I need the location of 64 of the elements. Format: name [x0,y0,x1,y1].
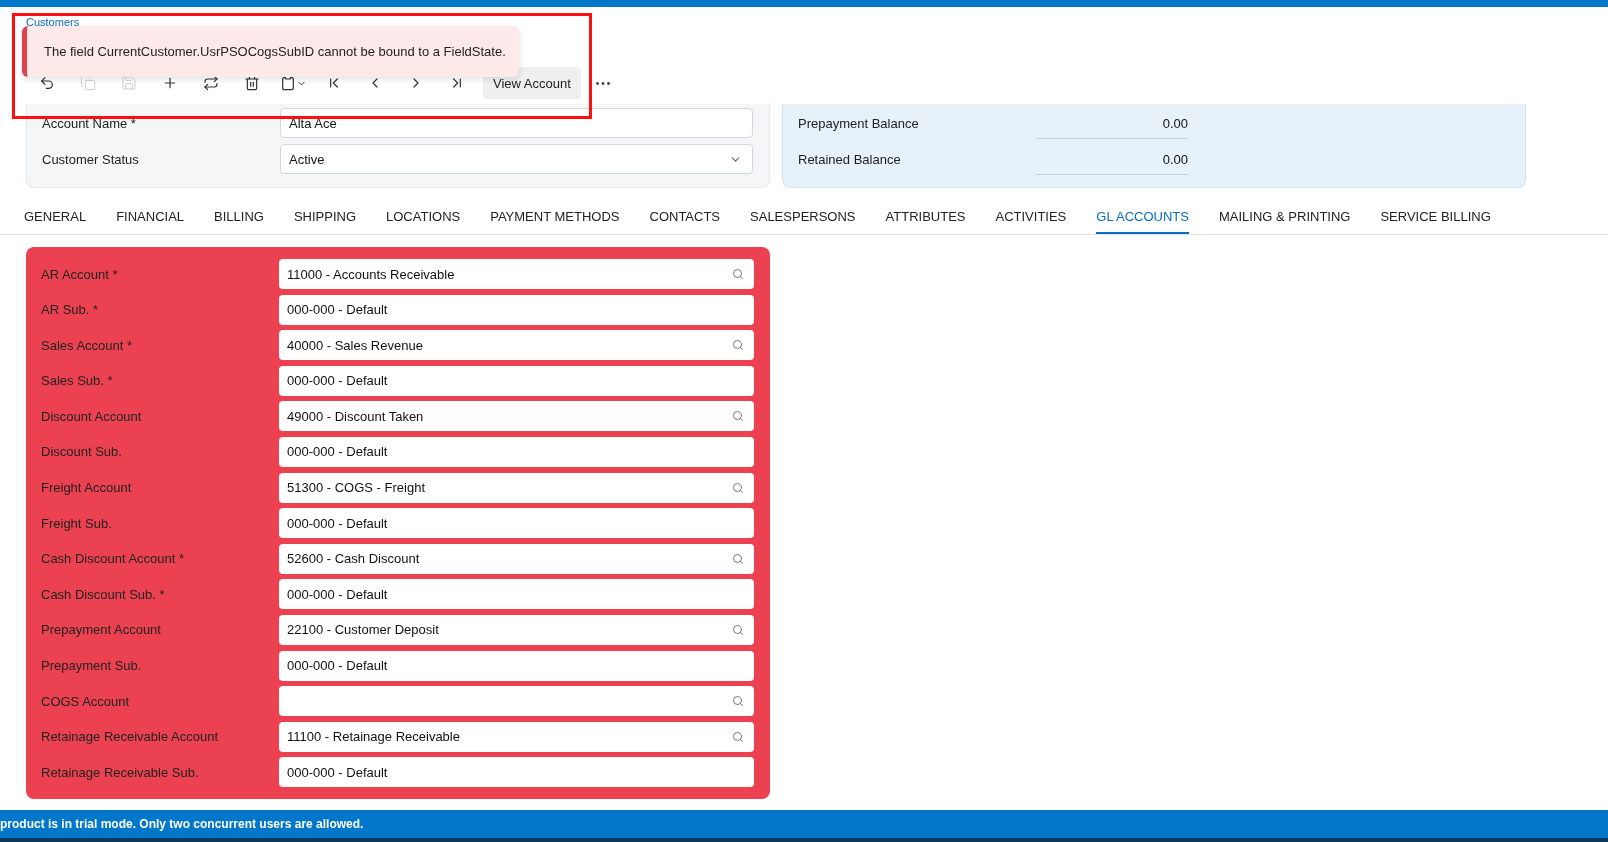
lookup-field[interactable] [279,686,754,717]
more-icon [595,81,610,85]
search-icon [732,695,744,708]
field-label: Cash Discount Sub. * [41,586,166,602]
lookup-field[interactable]: 52600 - Cash Discount [279,543,754,574]
search-icon [732,410,744,423]
lookup-field[interactable]: 51300 - COGS - Freight [279,472,754,503]
input-field[interactable]: 000-000 - Default [279,294,754,325]
balance-value: 0.00 [1036,107,1188,139]
field-label: COGS Account [41,693,131,709]
more-button[interactable] [595,81,610,85]
field-label: Prepayment Sub. [41,658,143,674]
tab[interactable]: ATTRIBUTES [885,200,966,234]
tab[interactable]: ACTIVITIES [995,200,1067,234]
search-icon [732,268,744,280]
tab[interactable]: SALESPERSONS [750,200,856,234]
tab[interactable]: MAILING & PRINTING [1219,200,1351,234]
input-field[interactable]: 000-000 - Default [279,365,754,396]
input-field[interactable]: 000-000 - Default [279,757,754,788]
balance-value: 0.00 [1036,143,1188,175]
lookup-field[interactable]: 22100 - Customer Deposit [279,614,754,645]
field-label: Freight Sub. [41,515,113,531]
field-label: Retainage Receivable Sub. [41,764,200,780]
search-icon [732,481,744,494]
input-field[interactable]: 000-000 - Default [279,436,754,467]
field-label: Discount Sub. [41,444,123,460]
input-field[interactable]: 000-000 - Default [279,650,754,681]
status-text: product is in trial mode. Only two concurrent users are allowed. [0,817,364,831]
tab[interactable]: GENERAL [24,200,87,234]
search-icon [732,552,744,565]
search-icon [732,730,744,743]
balance-label: Prepayment Balance [798,115,920,131]
tab[interactable]: LOCATIONS [386,200,461,234]
status-dropdown[interactable]: Active [280,144,753,174]
lookup-field[interactable]: 11100 - Retainage Receivable [279,721,754,752]
input-field[interactable]: Alta Ace [280,108,753,138]
lookup-field[interactable]: 11000 - Accounts Receivable [279,259,754,289]
field-label: Discount Account [41,408,143,424]
field-label: Sales Account * [41,337,134,353]
tab[interactable]: FINANCIAL [116,200,185,234]
tab[interactable]: SHIPPING [293,200,357,234]
tab[interactable]: PAYMENT METHODS [490,200,620,234]
input-field[interactable]: 000-000 - Default [279,579,754,610]
field-label: Prepayment Account [41,622,162,638]
field-label: Cash Discount Account * [41,551,186,567]
tab[interactable]: SERVICE BILLING [1380,200,1491,234]
input-field[interactable]: 000-000 - Default [279,508,754,539]
breadcrumb-link[interactable]: Customers [26,16,80,28]
field-label: AR Account * [41,266,119,282]
tab[interactable]: GL ACCOUNTS [1096,200,1189,234]
toast-message: The field CurrentCustomer.UsrPSOCogsSubID cannot be bound to a FieldState. [44,44,506,59]
tab[interactable]: BILLING [214,200,264,234]
search-icon [732,623,744,636]
field-label: Sales Sub. * [41,373,114,389]
field-label: Freight Account [41,480,133,496]
field-label: Retainage Receivable Account [41,729,220,745]
field-label: Customer Status [42,151,140,167]
lookup-field[interactable]: 49000 - Discount Taken [279,401,754,432]
search-icon [732,339,744,352]
lookup-field[interactable]: 40000 - Sales Revenue [279,330,754,361]
field-label: AR Sub. * [41,302,100,318]
tab[interactable]: CONTACTS [649,200,721,234]
balance-label: Retained Balance [798,151,902,167]
field-label: Account Name * [42,115,137,131]
